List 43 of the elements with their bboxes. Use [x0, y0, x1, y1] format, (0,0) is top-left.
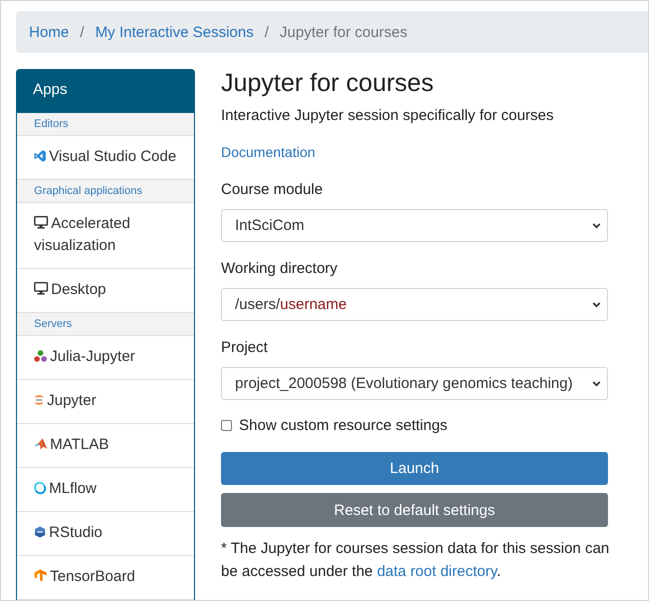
select-field[interactable]: project_2000598 (Evolutionary genomics teaching): [221, 367, 608, 400]
checkbox[interactable]: [221, 420, 232, 430]
sidebar-category: Servers: [17, 313, 194, 336]
peak-icon: [34, 438, 47, 450]
breadcrumb-link[interactable]: My Interactive Sessions: [95, 24, 254, 40]
select-field[interactable]: IntSciCom: [221, 209, 608, 242]
checkbox-label: Show custom resource settings: [239, 416, 448, 434]
footnote-text: * The Jupyter for courses session data for this session can be accessed under the data root directory.: [221, 539, 610, 582]
sidebar-item[interactable]: MLflow: [17, 468, 194, 512]
circular-arrows-icon: [34, 482, 46, 494]
reset-button[interactable]: Reset to default settings: [221, 493, 608, 527]
page-description: Interactive Jupyter session specifically for courses: [221, 106, 555, 126]
field-label: Working directory: [221, 259, 338, 279]
sidebar-item[interactable]: TensorBoard: [17, 556, 194, 600]
field-label: Course module: [221, 180, 324, 200]
chevron-down-icon: [592, 302, 601, 308]
sidebar-item[interactable]: MATLAB: [17, 424, 194, 468]
hexagon-icon: [34, 526, 46, 538]
sidebar-category: Graphical applications: [17, 180, 194, 203]
page-title: Jupyter for courses: [221, 69, 435, 98]
data-root-directory-link[interactable]: data root directory: [376, 563, 497, 580]
code-editor-icon: [34, 150, 46, 162]
breadcrumb-link[interactable]: Home: [29, 24, 70, 40]
documentation-link[interactable]: Documentation: [221, 144, 316, 160]
breadcrumb-separator: /: [79, 24, 86, 40]
chevron-down-icon: [592, 380, 601, 386]
three-dots-icon: [34, 350, 47, 362]
sidebar-item[interactable]: Jupyter: [17, 380, 194, 424]
launch-button[interactable]: Launch: [221, 452, 608, 485]
sidebar-category: Editors: [17, 113, 194, 136]
sidebar-item[interactable]: Accelerated visualization: [17, 203, 194, 269]
monitor-icon: [34, 282, 48, 295]
sidebar-header: Apps: [16, 69, 195, 113]
t-shape-icon: [34, 569, 47, 582]
breadcrumb-separator: /: [264, 24, 270, 40]
chevron-down-icon: [592, 222, 601, 228]
breadcrumb-current: Jupyter for courses: [280, 24, 408, 40]
arcs-icon: [34, 394, 44, 406]
sidebar-item[interactable]: Julia-Jupyter: [17, 336, 194, 380]
field-label: Project: [221, 338, 269, 358]
select-field[interactable]: /users/username: [221, 288, 608, 321]
sidebar-item[interactable]: RStudio: [17, 512, 194, 556]
monitor-icon: [34, 216, 48, 229]
